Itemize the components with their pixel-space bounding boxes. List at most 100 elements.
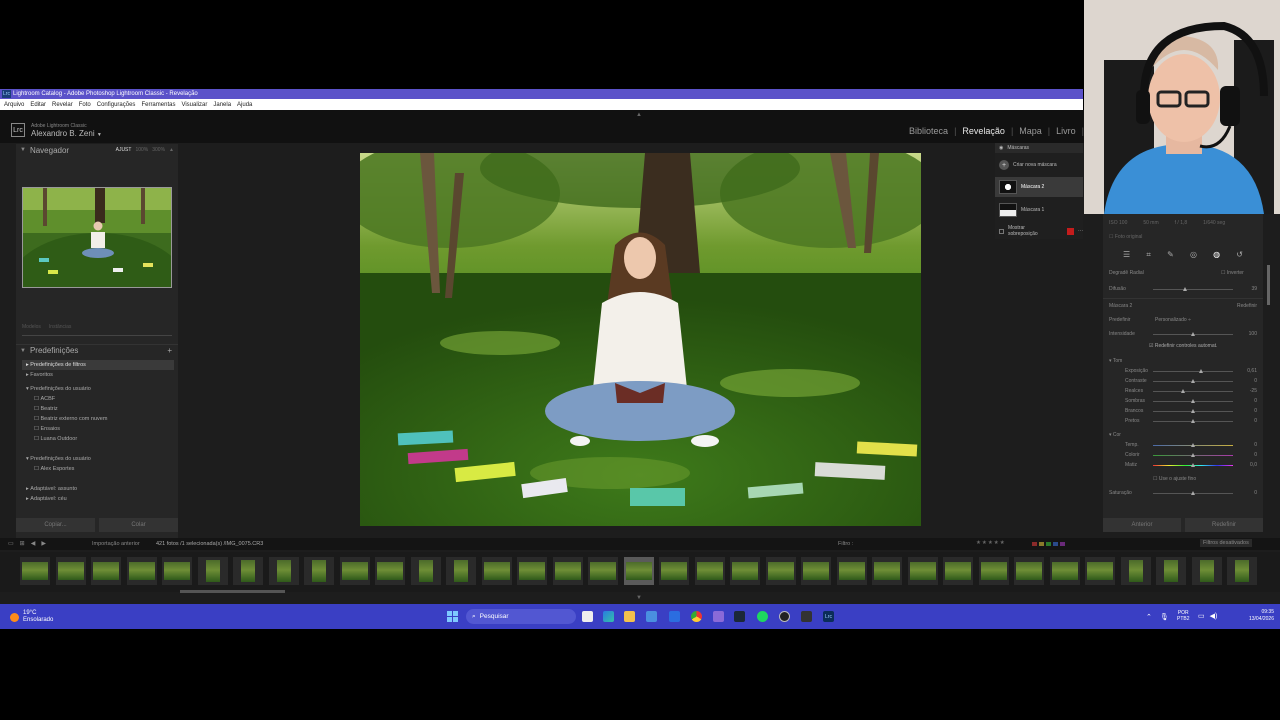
tone-slider[interactable] — [1153, 379, 1233, 383]
menu-configuracoes[interactable]: Configurações — [97, 102, 136, 108]
filmstrip-thumbnail[interactable] — [268, 557, 299, 585]
mask-icon[interactable]: ◍ — [1213, 250, 1220, 260]
back-arrow-icon[interactable]: ◀ — [31, 540, 36, 547]
filmstrip-thumbnail[interactable] — [694, 557, 725, 585]
snapshot-tab-models[interactable]: Modelos — [22, 324, 41, 330]
store-icon[interactable] — [646, 611, 657, 622]
auto-reset-checkbox[interactable]: ☑ Redefinir controles automat. — [1149, 343, 1217, 349]
tone-value[interactable]: -25 — [1250, 388, 1257, 394]
feather-slider[interactable] — [1153, 287, 1233, 291]
filmstrip-thumbnail[interactable] — [1085, 557, 1115, 585]
color-value[interactable]: 0 — [1254, 452, 1257, 458]
mask-reset[interactable]: Redefinir — [1237, 303, 1257, 309]
capture-icon[interactable] — [801, 611, 812, 622]
zoom-menu-icon[interactable]: ▲ — [169, 147, 174, 153]
preset-group[interactable]: ▸ Favoritos — [22, 370, 174, 380]
slider-knob[interactable] — [1183, 287, 1187, 291]
lightroom-taskbar-icon[interactable]: Lrc — [823, 611, 834, 622]
original-photo-toggle[interactable]: ☐ Foto original — [1109, 234, 1142, 240]
rating-filter[interactable]: ★★★★★ — [976, 540, 1006, 546]
color-slider[interactable] — [1153, 443, 1233, 447]
preset-group[interactable]: ▾ Predefinições do usuário — [22, 384, 174, 394]
filmstrip-thumbnail[interactable] — [197, 557, 228, 585]
filmstrip-thumbnail[interactable] — [1120, 557, 1151, 585]
filmstrip-thumbnail[interactable] — [1227, 557, 1257, 585]
reset-button[interactable]: Redefinir — [1185, 518, 1263, 532]
tone-slider[interactable] — [1153, 389, 1233, 393]
tone-slider[interactable] — [1153, 369, 1233, 373]
preset-item[interactable]: ☐ Alex Esportes — [22, 464, 174, 474]
slider-knob[interactable] — [1191, 332, 1195, 336]
discord-icon[interactable] — [713, 611, 724, 622]
preset-item[interactable]: ☐ Ensaios — [22, 424, 174, 434]
zoom-fit[interactable]: AJUST — [116, 147, 132, 153]
filmstrip-thumbnail[interactable] — [162, 557, 192, 585]
slider-knob[interactable] — [1191, 491, 1195, 495]
filmstrip-thumbnail[interactable] — [730, 557, 760, 585]
crop-icon[interactable]: ⌗ — [1146, 250, 1151, 260]
menu-janela[interactable]: Janela — [213, 102, 231, 108]
filmstrip-thumbnail[interactable] — [304, 557, 334, 585]
spotify-icon[interactable] — [757, 611, 768, 622]
menu-revelar[interactable]: Revelar — [52, 102, 73, 108]
edge-icon[interactable] — [603, 611, 614, 622]
filmstrip-thumbnail[interactable] — [375, 557, 405, 585]
network-icon[interactable]: ▭ — [1198, 612, 1205, 620]
slider-knob[interactable] — [1191, 399, 1195, 403]
overlay-checkbox[interactable] — [999, 228, 1004, 234]
sliders-icon[interactable]: ☰ — [1123, 250, 1130, 260]
filmstrip-thumbnail[interactable] — [339, 557, 370, 585]
color-value[interactable]: 0 — [1254, 442, 1257, 448]
saturation-value[interactable]: 0 — [1254, 490, 1257, 496]
menu-foto[interactable]: Foto — [79, 102, 91, 108]
color-label-filter[interactable] — [1032, 542, 1065, 546]
obs-icon[interactable] — [779, 611, 790, 622]
clock[interactable]: 09:35 13/04/2026 — [1249, 609, 1274, 623]
navigator-header[interactable]: ▼ Navegador AJUST 100% 300% ▲ — [16, 144, 178, 156]
amount-value[interactable]: 100 — [1249, 331, 1257, 337]
slider-knob[interactable] — [1191, 463, 1195, 467]
filmstrip-thumbnail[interactable] — [91, 557, 121, 585]
preset-item[interactable]: ☐ Beatriz — [22, 404, 174, 414]
filter-presets-dropdown[interactable]: Filtros desativados — [1200, 539, 1252, 547]
add-preset-button[interactable]: + — [167, 346, 178, 355]
tone-value[interactable]: 0 — [1254, 418, 1257, 424]
filmstrip-thumbnail[interactable] — [1049, 557, 1080, 585]
tone-section-header[interactable]: ▾ Tom — [1109, 358, 1122, 364]
collapse-bottom-icon[interactable]: ▼ — [636, 595, 642, 601]
slider-knob[interactable] — [1191, 443, 1195, 447]
tone-slider[interactable] — [1153, 419, 1233, 423]
filmstrip-thumbnail[interactable] — [623, 557, 654, 585]
overlay-color-swatch[interactable] — [1067, 227, 1074, 235]
filmstrip-thumbnail[interactable] — [552, 557, 583, 585]
microphone-icon[interactable]: 🎙 — [1160, 613, 1169, 621]
filmstrip-thumbnail[interactable] — [481, 557, 512, 585]
photo-count[interactable]: 421 fotos /1 selecionada(s) /IMG_0075.CR… — [156, 541, 263, 547]
filmstrip-thumbnail[interactable] — [659, 557, 689, 585]
module-biblioteca[interactable]: Biblioteca — [909, 126, 948, 136]
feather-value[interactable]: 39 — [1251, 286, 1257, 292]
color-slider[interactable] — [1153, 453, 1233, 457]
collapse-top-icon[interactable]: ▲ — [636, 112, 642, 118]
fine-adjust-checkbox[interactable]: ☐ Use o ajuste fino — [1153, 476, 1196, 482]
previous-button[interactable]: Anterior — [1103, 518, 1181, 532]
tone-value[interactable]: 0 — [1254, 408, 1257, 414]
forward-arrow-icon[interactable]: ▶ — [41, 540, 46, 547]
second-window-icon[interactable]: ▭ — [8, 540, 14, 547]
show-overlay-row[interactable]: Mostrar sobreposição ··· — [995, 225, 1083, 237]
heal-icon[interactable]: ✎ — [1167, 250, 1174, 260]
steam-icon[interactable] — [734, 611, 745, 622]
taskbar-search[interactable]: ⌕ Pesquisar — [466, 609, 576, 624]
color-section-header[interactable]: ▾ Cor — [1109, 432, 1121, 438]
slider-knob[interactable] — [1199, 369, 1203, 373]
language-indicator[interactable]: POR PTB2 — [1177, 610, 1190, 622]
menu-arquivo[interactable]: Arquivo — [4, 102, 24, 108]
zoom-100[interactable]: 100% — [135, 147, 148, 153]
more-options-icon[interactable]: ··· — [1078, 228, 1083, 234]
slider-knob[interactable] — [1181, 389, 1186, 393]
tone-value[interactable]: 0 — [1254, 378, 1257, 384]
preset-dropdown[interactable]: Personalizado ÷ — [1155, 317, 1191, 323]
main-photo[interactable] — [360, 153, 921, 526]
menu-ferramentas[interactable]: Ferramentas — [141, 102, 175, 108]
amount-slider[interactable] — [1153, 332, 1233, 336]
